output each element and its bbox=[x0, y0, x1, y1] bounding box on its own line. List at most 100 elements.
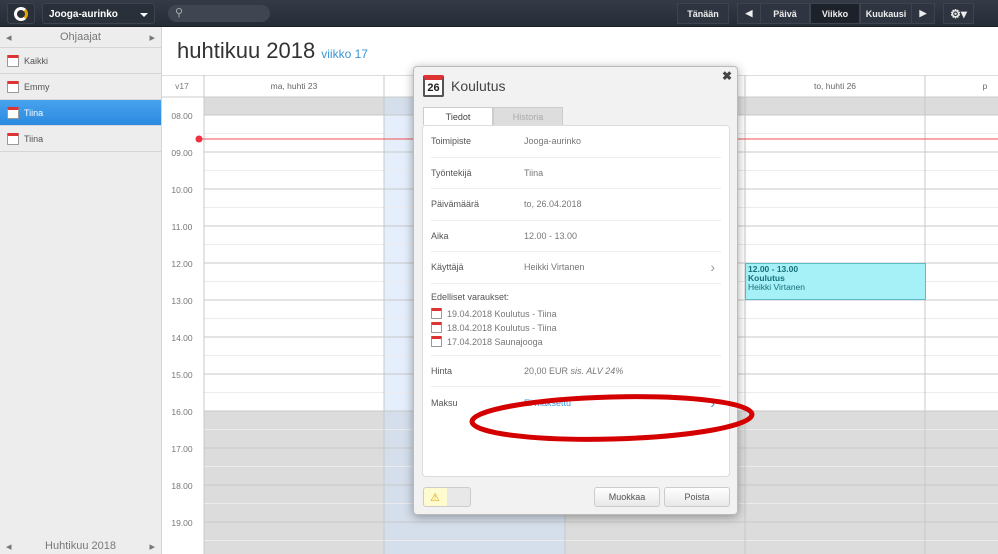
detail-row: Päivämäärä to, 26.04.2018 bbox=[431, 189, 721, 221]
list-item[interactable]: 19.04.2018 Koulutus - Tiina bbox=[431, 307, 721, 321]
detail-label: Hinta bbox=[431, 365, 453, 376]
sidebar-item-kaikki[interactable]: Kaikki bbox=[0, 48, 161, 74]
calendar-event[interactable]: 12.00 - 13.00 Koulutus Heikki Virtanen bbox=[745, 263, 926, 300]
detail-value: Jooga-aurinko bbox=[524, 136, 582, 147]
sidebar-title: Ohjaajat bbox=[60, 31, 101, 43]
calendar-icon bbox=[7, 132, 19, 145]
payment-status-link[interactable]: Ei maksettu bbox=[524, 398, 571, 408]
week-link[interactable]: viikko 17 bbox=[321, 47, 368, 61]
customer-row[interactable]: Käyttäjä Heikki Virtanen › bbox=[431, 252, 721, 284]
detail-label: Käyttäjä bbox=[431, 262, 464, 273]
chevron-down-icon bbox=[140, 13, 148, 21]
dialog-title: Koulutus bbox=[451, 78, 506, 94]
list-item[interactable]: 18.04.2018 Koulutus - Tiina bbox=[431, 321, 721, 335]
arrow-left-icon[interactable]: ◂ bbox=[6, 31, 12, 44]
sidebar-item-tiina-2[interactable]: Tiina bbox=[0, 126, 161, 152]
detail-value: Heikki Virtanen bbox=[524, 262, 585, 273]
detail-value: to, 26.04.2018 bbox=[524, 199, 582, 210]
arrow-left-icon[interactable]: ◂ bbox=[6, 540, 12, 553]
hour-label: 11.00 bbox=[172, 222, 193, 232]
vat-note: sis. ALV 24% bbox=[570, 365, 624, 376]
arrow-right-icon: ▶ bbox=[919, 8, 927, 18]
search-icon: ⚲ bbox=[175, 7, 184, 19]
arrow-left-icon: ◀ bbox=[745, 8, 753, 18]
arrow-right-icon[interactable]: ▸ bbox=[149, 31, 155, 44]
day-header: p bbox=[983, 81, 988, 91]
detail-value: Tiina bbox=[524, 167, 544, 178]
tab-historia[interactable]: Historia bbox=[493, 107, 563, 125]
hour-label: 18.00 bbox=[171, 481, 193, 491]
booking-dialog: 26 Koulutus ✖ Tiedot Historia Toimipiste J… bbox=[413, 66, 738, 515]
current-time-dot bbox=[195, 135, 203, 143]
close-icon[interactable]: ✖ bbox=[722, 69, 732, 83]
calendar-icon bbox=[7, 54, 19, 67]
location-dropdown[interactable]: Jooga-aurinko bbox=[42, 3, 155, 24]
month-label: Huhtikuu 2018 bbox=[45, 540, 116, 552]
sidebar-item-label: Emmy bbox=[24, 81, 50, 92]
hour-label: 16.00 bbox=[171, 407, 193, 417]
detail-label: Aika bbox=[431, 230, 449, 241]
price-value: 20,00 EUR bbox=[524, 365, 569, 376]
warning-toggle[interactable]: ⚠ bbox=[423, 487, 471, 507]
event-customer: Heikki Virtanen bbox=[748, 282, 806, 292]
sidebar-item-tiina[interactable]: Tiina bbox=[0, 100, 161, 126]
delete-button[interactable]: Poista bbox=[664, 487, 730, 507]
calendar-icon bbox=[7, 80, 19, 93]
tab-tiedot[interactable]: Tiedot bbox=[423, 107, 493, 125]
settings-button[interactable]: ⚙▾ bbox=[943, 3, 974, 24]
calendar-icon bbox=[431, 322, 442, 333]
payment-row[interactable]: Maksu Ei maksettu › bbox=[431, 387, 721, 419]
booking-text: 17.04.2018 Saunajooga bbox=[447, 336, 543, 347]
detail-row: Aika 12.00 - 13.00 bbox=[431, 221, 721, 252]
details-panel: Toimipiste Jooga-aurinko Työntekijä Tiina … bbox=[422, 125, 730, 477]
hour-label: 17.00 bbox=[171, 444, 193, 454]
chevron-right-icon: › bbox=[710, 259, 715, 276]
booking-text: 19.04.2018 Koulutus - Tiina bbox=[447, 308, 557, 319]
detail-label: Päivämäärä bbox=[431, 199, 480, 210]
hour-label: 12.00 bbox=[171, 259, 193, 269]
hour-label: 13.00 bbox=[171, 296, 193, 306]
edit-button[interactable]: Muokkaa bbox=[594, 487, 660, 507]
week-view-button[interactable]: Viikko bbox=[810, 3, 860, 24]
calendar-icon: 26 bbox=[423, 75, 444, 97]
day-header: to, huhti 26 bbox=[814, 81, 856, 91]
detail-row: Työntekijä Tiina bbox=[431, 158, 721, 189]
app-logo[interactable] bbox=[7, 3, 35, 24]
detail-label: Maksu bbox=[431, 397, 458, 408]
calendar-icon bbox=[431, 336, 442, 347]
sidebar-item-label: Kaikki bbox=[24, 55, 49, 66]
search-input[interactable]: ⚲ bbox=[168, 5, 270, 22]
sidebar-item-label: Tiina bbox=[24, 107, 44, 118]
warning-icon: ⚠ bbox=[430, 491, 440, 504]
month-navigator: ◂ Huhtikuu 2018 ▸ bbox=[0, 538, 161, 554]
booking-text: 18.04.2018 Koulutus - Tiina bbox=[447, 322, 557, 333]
sidebar: ◂ Ohjaajat ▸ Kaikki Emmy Tiina Tiina ◂ Huht… bbox=[0, 27, 162, 554]
chevron-right-icon: › bbox=[710, 394, 715, 411]
hour-label: 10.00 bbox=[171, 185, 193, 195]
day-view-button[interactable]: Päivä bbox=[760, 3, 810, 24]
prev-button[interactable]: ◀ bbox=[737, 3, 761, 24]
arrow-right-icon[interactable]: ▸ bbox=[149, 540, 155, 553]
top-bar: Jooga-aurinko ⚲ Tänään ◀ Päivä Viikko Ku… bbox=[0, 0, 998, 27]
calendar-icon bbox=[7, 106, 19, 119]
hour-label: 14.00 bbox=[171, 333, 193, 343]
today-button[interactable]: Tänään bbox=[677, 3, 729, 24]
sidebar-item-label: Tiina bbox=[24, 133, 44, 144]
week-number: v17 bbox=[175, 81, 189, 91]
detail-label: Toimipiste bbox=[431, 136, 472, 147]
detail-row: Toimipiste Jooga-aurinko bbox=[431, 126, 721, 158]
next-button[interactable]: ▶ bbox=[911, 3, 935, 24]
detail-label: Työntekijä bbox=[431, 167, 472, 178]
hour-label: 09.00 bbox=[171, 148, 193, 158]
hour-label: 19.00 bbox=[171, 518, 193, 528]
hour-label: 15.00 bbox=[171, 370, 193, 380]
sidebar-item-emmy[interactable]: Emmy bbox=[0, 74, 161, 100]
location-label: Jooga-aurinko bbox=[49, 9, 118, 20]
page-title: huhtikuu 2018 viikko 17 bbox=[177, 38, 368, 64]
month-view-button[interactable]: Kuukausi bbox=[860, 3, 912, 24]
previous-label: Edelliset varaukset: bbox=[431, 291, 510, 302]
hour-label: 08.00 bbox=[171, 111, 193, 121]
list-item[interactable]: 17.04.2018 Saunajooga bbox=[431, 335, 721, 349]
price-row: Hinta 20,00 EUR sis. ALV 24% bbox=[431, 356, 721, 387]
sidebar-header: ◂ Ohjaajat ▸ bbox=[0, 27, 161, 48]
